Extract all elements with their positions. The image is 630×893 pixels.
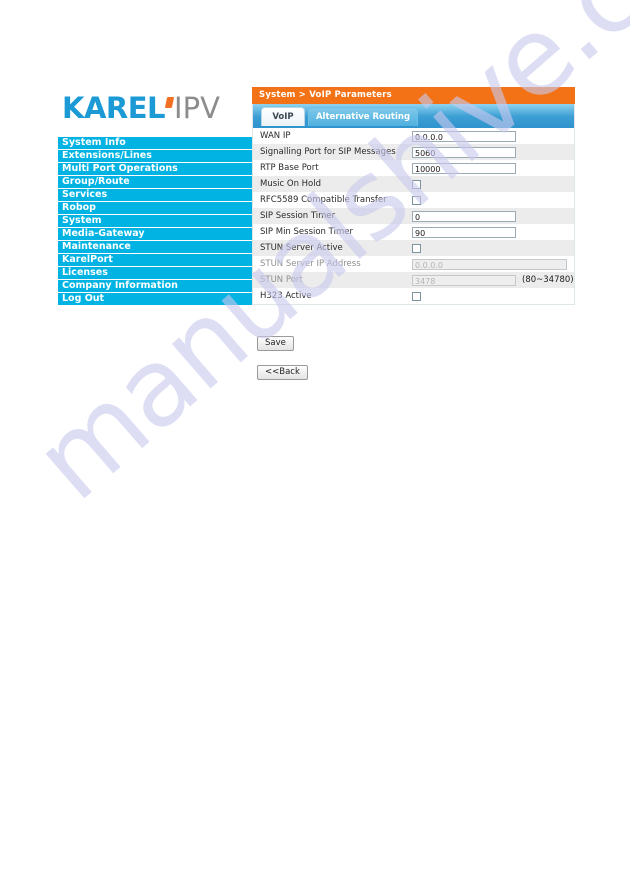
- form-row-rfc5589-transfer: RFC5589 Compatible Transfer: [253, 192, 574, 208]
- sidebar-item-maintenance[interactable]: Maintenance: [58, 241, 254, 253]
- voip-settings-form: WAN IP 0.0.0.0 Signalling Port for SIP M…: [252, 128, 575, 305]
- label-signalling-port: Signalling Port for SIP Messages: [260, 147, 396, 157]
- sidebar-item-system[interactable]: System: [58, 215, 254, 227]
- label-sip-min-session-timer: SIP Min Session Timer: [260, 227, 353, 237]
- logo-tick-icon: [164, 96, 175, 108]
- label-rfc5589-transfer: RFC5589 Compatible Transfer: [260, 195, 387, 205]
- label-music-on-hold: Music On Hold: [260, 179, 322, 189]
- sidebar-item-licenses[interactable]: Licenses: [58, 267, 254, 279]
- sidebar-item-media-gateway[interactable]: Media-Gateway: [58, 228, 254, 240]
- tab-voip[interactable]: VoIP: [261, 107, 305, 126]
- label-h323-active: H323 Active: [260, 291, 312, 301]
- input-stun-port: 3478: [412, 274, 516, 286]
- form-row-rtp-base-port: RTP Base Port 10000: [253, 160, 574, 176]
- control-rtp-base-port: 10000: [412, 160, 574, 176]
- sidebar-item-multi-port-operations[interactable]: Multi Port Operations: [58, 163, 254, 175]
- form-row-stun-server-ip: STUN Server IP Address 0.0.0.0: [253, 256, 574, 272]
- logo-text-karel: KAREL: [62, 90, 166, 125]
- checkbox-stun-server-active[interactable]: [412, 243, 421, 253]
- control-stun-server-ip: 0.0.0.0: [412, 256, 574, 272]
- sidebar-item-system-info[interactable]: System Info: [58, 137, 254, 149]
- checkbox-rfc5589-transfer[interactable]: [412, 195, 421, 205]
- control-music-on-hold: [412, 176, 574, 192]
- hint-stun-port-range: (80~34780): [522, 275, 574, 285]
- voip-parameters-panel: System > VoIP Parameters VoIP Alternativ…: [252, 87, 575, 380]
- tab-bar: VoIP Alternative Routing: [252, 104, 575, 128]
- label-wan-ip: WAN IP: [260, 131, 291, 141]
- label-rtp-base-port: RTP Base Port: [260, 163, 319, 173]
- label-stun-server-active: STUN Server Active: [260, 243, 343, 253]
- tab-alternative-routing[interactable]: Alternative Routing: [308, 107, 418, 126]
- save-button[interactable]: Save: [257, 336, 294, 351]
- form-row-h323-active: H323 Active: [253, 288, 574, 304]
- sidebar-item-services[interactable]: Services: [58, 189, 254, 201]
- sidebar-item-robop[interactable]: Robop: [58, 202, 254, 214]
- checkbox-h323-active[interactable]: [412, 291, 421, 301]
- form-row-music-on-hold: Music On Hold: [253, 176, 574, 192]
- sidebar-item-karelport[interactable]: KarelPort: [58, 254, 254, 266]
- breadcrumb: System > VoIP Parameters: [252, 87, 575, 104]
- control-stun-server-active: [412, 240, 574, 256]
- label-stun-port: STUN Port: [260, 275, 303, 285]
- input-sip-min-session-timer[interactable]: 90: [412, 226, 516, 238]
- form-row-stun-server-active: STUN Server Active: [253, 240, 574, 256]
- input-rtp-base-port[interactable]: 10000: [412, 162, 516, 174]
- sidebar-item-group-route[interactable]: Group/Route: [58, 176, 254, 188]
- sidebar-item-log-out[interactable]: Log Out: [58, 293, 254, 305]
- checkbox-music-on-hold[interactable]: [412, 179, 421, 189]
- back-button[interactable]: <<Back: [257, 365, 308, 380]
- control-wan-ip: 0.0.0.0: [412, 128, 574, 144]
- label-sip-session-timer: SIP Session Timer: [260, 211, 336, 221]
- form-row-signalling-port: Signalling Port for SIP Messages 5060: [253, 144, 574, 160]
- logo-text-ipv: IPV: [174, 90, 220, 125]
- input-wan-ip[interactable]: 0.0.0.0: [412, 130, 516, 142]
- form-row-sip-min-session-timer: SIP Min Session Timer 90: [253, 224, 574, 240]
- sidebar-nav: System Info Extensions/Lines Multi Port …: [58, 137, 254, 305]
- sidebar-item-company-information[interactable]: Company Information: [58, 280, 254, 292]
- input-sip-session-timer[interactable]: 0: [412, 210, 516, 222]
- label-stun-server-ip: STUN Server IP Address: [260, 259, 361, 269]
- form-row-sip-session-timer: SIP Session Timer 0: [253, 208, 574, 224]
- control-rfc5589-transfer: [412, 192, 574, 208]
- sidebar-item-extensions-lines[interactable]: Extensions/Lines: [58, 150, 254, 162]
- control-signalling-port: 5060: [412, 144, 574, 160]
- karel-ipv-logo: KAREL IPV: [62, 88, 254, 128]
- control-sip-min-session-timer: 90: [412, 224, 574, 240]
- control-sip-session-timer: 0: [412, 208, 574, 224]
- form-row-stun-port: STUN Port 3478 (80~34780): [253, 272, 574, 288]
- left-column: KAREL IPV System Info Extensions/Lines M…: [58, 88, 254, 306]
- control-h323-active: [412, 288, 574, 304]
- form-row-wan-ip: WAN IP 0.0.0.0: [253, 128, 574, 144]
- input-stun-server-ip: 0.0.0.0: [412, 258, 567, 270]
- page-root: KAREL IPV System Info Extensions/Lines M…: [0, 0, 630, 893]
- input-signalling-port[interactable]: 5060: [412, 146, 516, 158]
- control-stun-port: 3478 (80~34780): [412, 272, 574, 288]
